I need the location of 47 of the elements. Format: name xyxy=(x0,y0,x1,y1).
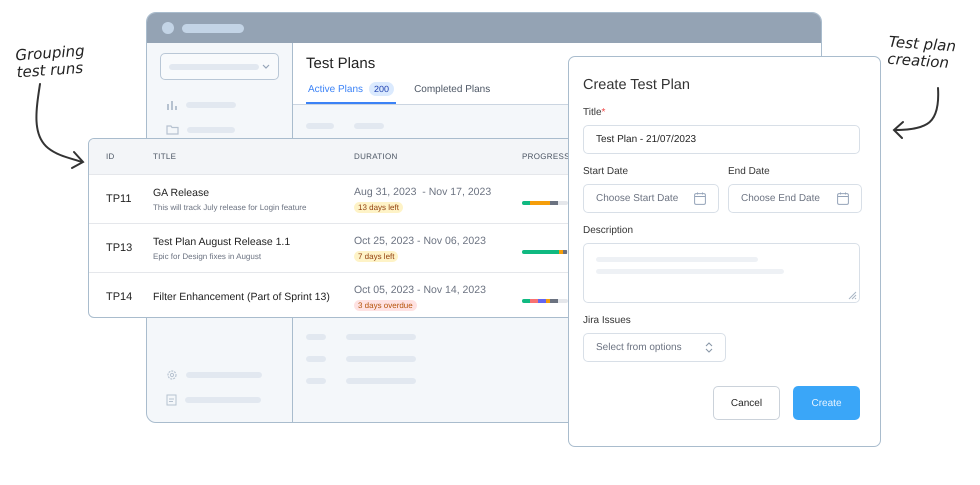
column-header: TITLE xyxy=(153,152,178,161)
handwritten-note: Test plan xyxy=(888,34,956,56)
title-input[interactable]: Test Plan - 21/07/2023 xyxy=(583,125,860,154)
dialog-title: Create Test Plan xyxy=(583,77,691,93)
window-dot-icon xyxy=(162,22,174,34)
cancel-button[interactable]: Cancel xyxy=(713,386,780,420)
status-badge: 13 days left xyxy=(354,202,403,212)
plan-title: Test Plan August Release 1.1 xyxy=(153,236,292,248)
plan-title: Filter Enhancement (Part of Sprint 13) xyxy=(153,291,331,303)
column-header: ID xyxy=(105,152,116,161)
up-down-chevron-icon xyxy=(705,342,713,353)
table-cell-text: TP14 xyxy=(105,291,134,303)
date-picker[interactable]: Choose End Date xyxy=(728,184,862,213)
calendar-icon xyxy=(694,192,706,205)
field-label: End Date xyxy=(728,166,771,177)
calendar-icon xyxy=(837,192,849,205)
plan-title: GA Release xyxy=(153,186,210,198)
date-range: Oct 25, 2023 - Nov 06, 2023 xyxy=(354,234,487,246)
gear-icon xyxy=(166,368,178,380)
status-badge: 7 days left xyxy=(354,250,398,262)
chevron-down-icon xyxy=(262,64,270,70)
field-label: Jira Issues xyxy=(583,315,632,326)
tab[interactable]: Active Plans 200 xyxy=(306,82,396,104)
field-label: Title* xyxy=(583,107,606,118)
select-dropdown[interactable]: Select from options xyxy=(583,333,726,362)
plan-description: Epic for Design fixes in August xyxy=(153,252,262,260)
dropdown[interactable] xyxy=(160,53,279,80)
status-badge: 3 days overdue xyxy=(354,300,417,310)
column-header: PROGRESS xyxy=(522,152,571,161)
description-textarea[interactable] xyxy=(583,243,860,303)
plan-description: This will track July release for Login feature xyxy=(153,202,308,212)
column-header: DURATION xyxy=(354,152,399,161)
date-range: Aug 31, 2023 - Nov 17, 2023 xyxy=(354,186,492,198)
resize-handle-icon[interactable] xyxy=(848,291,857,300)
page-title: Test Plans xyxy=(306,55,376,72)
table-cell-text: TP11 xyxy=(105,193,132,205)
date-picker[interactable]: Choose Start Date xyxy=(583,184,719,213)
clipboard-icon xyxy=(166,393,177,406)
field-label: Start Date xyxy=(583,166,630,177)
skeleton-line xyxy=(182,24,244,32)
date-range: Oct 05, 2023 - Nov 14, 2023 xyxy=(354,284,487,296)
field-label: Description xyxy=(583,225,634,236)
bar-chart-icon xyxy=(166,98,178,110)
table-cell-text: TP13 xyxy=(105,242,134,254)
count-badge: 200 xyxy=(369,82,394,96)
folder-icon xyxy=(166,124,179,135)
tab[interactable]: Completed Plans xyxy=(412,82,492,104)
